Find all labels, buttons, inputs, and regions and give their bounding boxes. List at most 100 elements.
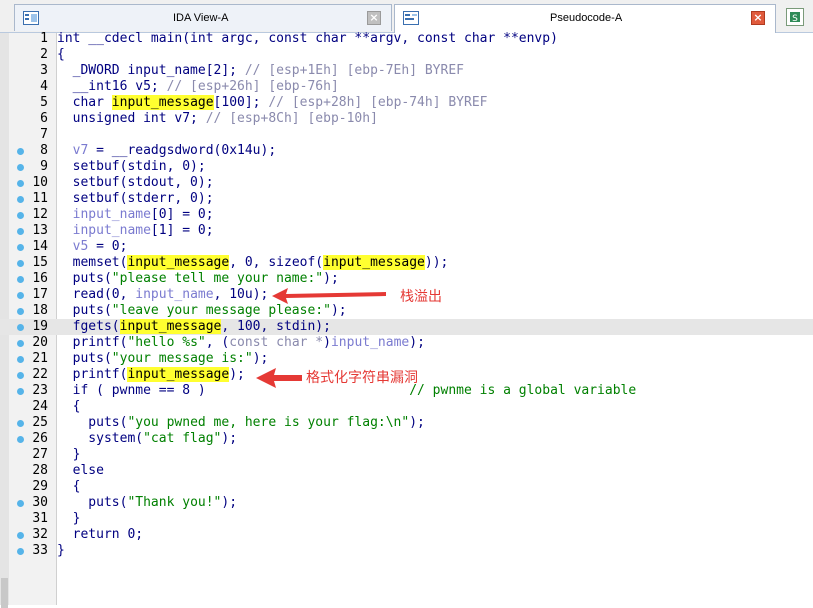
code-token[interactable]: v7 xyxy=(57,143,89,158)
code-token[interactable]: input_message xyxy=(119,319,222,334)
line-text: printf(input_message); xyxy=(57,367,245,383)
code-token: [1] = 0; xyxy=(150,223,214,238)
code-line[interactable]: 16 puts("please tell me your name:"); xyxy=(0,271,813,287)
code-line[interactable]: 3 _DWORD input_name[2]; // [esp+1Eh] [eb… xyxy=(0,63,813,79)
code-line[interactable]: 29 { xyxy=(0,479,813,495)
scrollbar-thumb[interactable] xyxy=(1,578,8,608)
code-line[interactable]: 24 { xyxy=(0,399,813,415)
code-token: setbuf(stdout, 0); xyxy=(57,175,214,190)
close-icon[interactable]: × xyxy=(367,11,381,25)
code-token[interactable]: input_message xyxy=(127,367,230,382)
code-line[interactable]: 31 } xyxy=(0,511,813,527)
code-line[interactable]: 12 input_name[0] = 0; xyxy=(0,207,813,223)
code-token[interactable]: input_name xyxy=(331,335,409,350)
line-number: 8 xyxy=(40,143,48,158)
code-line[interactable]: 5 char input_message[100]; // [esp+28h] … xyxy=(0,95,813,111)
code-line[interactable]: 8 v7 = __readgsdword(0x14u); xyxy=(0,143,813,159)
code-line[interactable]: 6 unsigned int v7; // [esp+8Ch] [ebp-10h… xyxy=(0,111,813,127)
line-text: return 0; xyxy=(57,527,143,543)
tab-ida-view[interactable]: IDA View-A × xyxy=(14,4,392,31)
code-line[interactable]: 21 puts("your message is:"); xyxy=(0,351,813,367)
line-number: 21 xyxy=(32,351,48,366)
code-token: ) xyxy=(323,335,331,350)
line-number: 14 xyxy=(32,239,48,254)
code-line[interactable]: 33} xyxy=(0,543,813,559)
code-line[interactable]: 11 setbuf(stderr, 0); xyxy=(0,191,813,207)
code-line[interactable]: 28 else xyxy=(0,463,813,479)
code-line[interactable]: 26 system("cat flag"); xyxy=(0,431,813,447)
code-line[interactable]: 20 printf("hello %s", (const char *)inpu… xyxy=(0,335,813,351)
code-line[interactable]: 27 } xyxy=(0,447,813,463)
code-token: "your message is:" xyxy=(111,351,253,366)
code-line[interactable]: 2{ xyxy=(0,47,813,63)
code-token: puts( xyxy=(57,351,112,366)
line-number: 18 xyxy=(32,303,48,318)
code-line[interactable]: 14 v5 = 0; xyxy=(0,239,813,255)
code-line[interactable]: 30 puts("Thank you!"); xyxy=(0,495,813,511)
code-line[interactable]: 13 input_name[1] = 0; xyxy=(0,223,813,239)
code-line[interactable]: 15 memset(input_message, 0, sizeof(input… xyxy=(0,255,813,271)
line-number: 5 xyxy=(40,95,48,110)
code-token[interactable]: v5 xyxy=(57,239,89,254)
line-text: char input_message[100]; // [esp+28h] [e… xyxy=(57,95,488,111)
code-token: unsigned int v7; xyxy=(57,111,206,126)
code-token: setbuf(stderr, 0); xyxy=(57,191,214,206)
line-number: 12 xyxy=(32,207,48,222)
code-token: "you pwned me, here is your flag:\n" xyxy=(127,415,410,430)
code-line[interactable]: 19 fgets(input_message, 100, stdin); xyxy=(0,319,813,335)
line-text: { xyxy=(57,47,65,63)
line-text: setbuf(stderr, 0); xyxy=(57,191,214,207)
code-token: read(0, xyxy=(57,287,136,302)
line-text: _DWORD input_name[2]; // [esp+1Eh] [ebp-… xyxy=(57,63,464,79)
close-icon[interactable]: × xyxy=(751,11,765,25)
line-text: else xyxy=(57,463,104,479)
line-number: 28 xyxy=(32,463,48,478)
line-number: 4 xyxy=(40,79,48,94)
code-token[interactable]: input_message xyxy=(323,255,425,270)
code-token: ); xyxy=(409,335,425,350)
stack-overflow-annotation: 栈溢出 xyxy=(400,289,442,305)
sync-icon[interactable]: S xyxy=(786,8,804,26)
code-token[interactable]: input_name xyxy=(57,223,151,238)
line-number: 19 xyxy=(32,319,48,334)
code-line[interactable]: 25 puts("you pwned me, here is your flag… xyxy=(0,415,813,431)
line-number: 30 xyxy=(32,495,48,510)
code-token[interactable]: input_message xyxy=(127,255,230,270)
code-line[interactable]: 7 xyxy=(0,127,813,143)
line-text: read(0, input_name, 10u); xyxy=(57,287,269,303)
line-number: 15 xyxy=(32,255,48,270)
code-line[interactable]: 10 setbuf(stdout, 0); xyxy=(0,175,813,191)
line-number: 23 xyxy=(32,383,48,398)
code-token: system( xyxy=(57,431,144,446)
tab-pseudocode[interactable]: Pseudocode-A × xyxy=(394,4,776,33)
code-token: [0] = 0; xyxy=(150,207,214,222)
code-token[interactable]: input_message xyxy=(111,95,214,110)
code-line[interactable]: 32 return 0; xyxy=(0,527,813,543)
code-token: { xyxy=(57,399,81,414)
line-number: 33 xyxy=(32,543,48,558)
line-text: } xyxy=(57,447,81,463)
line-number: 13 xyxy=(32,223,48,238)
line-number: 6 xyxy=(40,111,48,126)
line-number: 31 xyxy=(32,511,48,526)
code-token[interactable]: input_name xyxy=(57,207,151,222)
code-line[interactable]: 1 int __cdecl main(int argc, const char *… xyxy=(0,31,813,47)
code-line[interactable]: 4 __int16 v5; // [esp+26h] [ebp-76h] xyxy=(0,79,813,95)
code-token: puts( xyxy=(57,271,112,286)
code-token[interactable]: input_name xyxy=(135,287,213,302)
code-token: ); xyxy=(252,351,269,366)
code-token: // [esp+1Eh] [ebp-7Eh] BYREF xyxy=(244,63,464,78)
line-number: 25 xyxy=(32,415,48,430)
code-token: } xyxy=(57,511,81,526)
code-token: char xyxy=(57,95,112,110)
code-token: puts( xyxy=(57,415,128,430)
line-text: setbuf(stdout, 0); xyxy=(57,175,214,191)
line-text: } xyxy=(57,511,81,527)
code-line[interactable]: 9 setbuf(stdin, 0); xyxy=(0,159,813,175)
code-token: ); xyxy=(221,431,238,446)
code-token: { xyxy=(57,479,81,494)
code-token: } xyxy=(57,543,65,558)
line-text: { xyxy=(57,399,81,415)
line-text: int __cdecl main(int argc, const char **… xyxy=(57,31,558,47)
code-token: "please tell me your name:" xyxy=(111,271,324,286)
